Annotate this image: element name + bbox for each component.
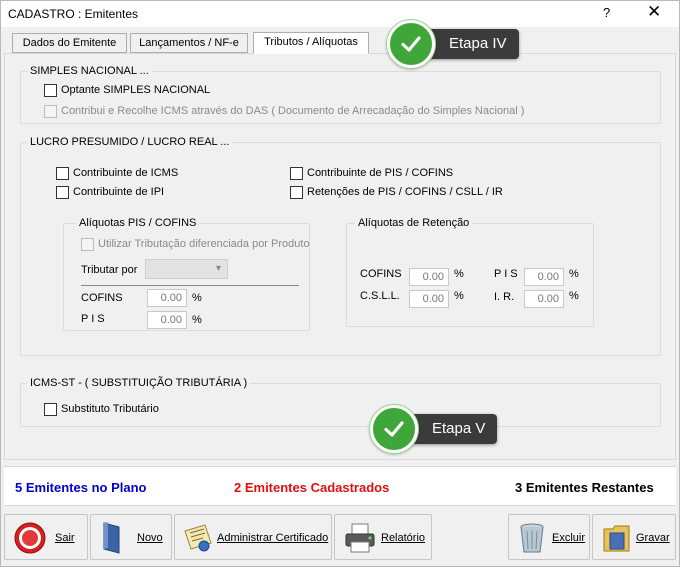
ret-ir-input[interactable]: 0.00	[524, 290, 564, 308]
tributar-por-select[interactable]: ▾	[145, 259, 228, 279]
certificate-icon	[181, 521, 215, 558]
close-button[interactable]: ✕	[647, 2, 661, 22]
tributar-por-label: Tributar por	[81, 264, 138, 276]
sair-label: Sair	[55, 532, 75, 544]
relatorio-button[interactable]: Relatório	[334, 514, 432, 560]
save-folder-icon	[601, 521, 633, 558]
substituto-tributario-label: Substituto Tributário	[61, 403, 159, 415]
status-bar: 5 Emitentes no Plano 2 Emitentes Cadastr…	[4, 466, 676, 506]
lucro-presumido-legend: LUCRO PRESUMIDO / LUCRO REAL ...	[27, 136, 233, 148]
ret-pis-label: P I S	[494, 268, 518, 280]
check-icon	[387, 20, 435, 68]
administrar-certificado-button[interactable]: Administrar Certificado	[174, 514, 332, 560]
ret-ir-percent: %	[569, 290, 579, 302]
optante-simples-checkbox[interactable]	[44, 84, 57, 97]
ret-pis-input[interactable]: 0.00	[524, 268, 564, 286]
ret-csll-percent: %	[454, 290, 464, 302]
tab-lancamentos-nfe[interactable]: Lançamentos / NF-e	[130, 33, 248, 53]
chevron-down-icon: ▾	[215, 263, 221, 274]
sair-button[interactable]: Sair	[4, 514, 88, 560]
cofins-label: COFINS	[81, 292, 123, 304]
retencoes-checkbox[interactable]	[290, 186, 303, 199]
contribuinte-pis-cofins-label: Contribuinte de PIS / COFINS	[307, 167, 454, 179]
ret-pis-percent: %	[569, 268, 579, 280]
tab-tributos-aliquotas[interactable]: Tributos / Alíquotas	[253, 32, 369, 54]
help-button[interactable]: ?	[603, 5, 610, 20]
tributacao-diferenciada-checkbox[interactable]	[81, 238, 94, 251]
printer-icon	[343, 521, 377, 558]
contribuinte-pis-cofins-checkbox[interactable]	[290, 167, 303, 180]
retencoes-label: Retenções de PIS / COFINS / CSLL / IR	[307, 186, 503, 198]
excluir-button[interactable]: Excluir	[508, 514, 590, 560]
window-title: CADASTRO : Emitentes	[8, 7, 139, 21]
gravar-label: Gravar	[636, 532, 670, 544]
contribuinte-ipi-checkbox[interactable]	[56, 186, 69, 199]
gravar-button[interactable]: Gravar	[592, 514, 676, 560]
relatorio-label: Relatório	[381, 532, 426, 544]
power-icon	[13, 521, 47, 558]
pis-label: P I S	[81, 313, 105, 325]
aliquotas-retencao-legend: Alíquotas de Retenção	[355, 217, 473, 229]
ret-csll-input[interactable]: 0.00	[409, 290, 449, 308]
simples-nacional-legend: SIMPLES NACIONAL ...	[27, 65, 152, 77]
ret-ir-label: I. R.	[494, 291, 515, 303]
emitentes-plano: 5 Emitentes no Plano	[15, 480, 147, 495]
new-document-icon	[99, 521, 129, 558]
tab-dados-do-emitente[interactable]: Dados do Emitente	[12, 33, 127, 53]
recolhe-icms-das-label: Contribui e Recolhe ICMS através do DAS …	[61, 105, 525, 117]
contribuinte-icms-checkbox[interactable]	[56, 167, 69, 180]
recolhe-icms-das-checkbox[interactable]	[44, 105, 57, 118]
check-icon	[370, 405, 418, 453]
separator	[81, 285, 299, 286]
administrar-certificado-label: Administrar Certificado	[217, 532, 329, 544]
pis-percent: %	[192, 314, 202, 326]
excluir-label: Excluir	[552, 532, 586, 544]
emitentes-cadastrados: 2 Emitentes Cadastrados	[234, 480, 390, 495]
novo-button[interactable]: Novo	[90, 514, 172, 560]
ret-cofins-label: COFINS	[360, 268, 402, 280]
novo-label: Novo	[137, 532, 163, 544]
tributacao-diferenciada-label: Utilizar Tributação diferenciada por Pro…	[98, 238, 310, 250]
icms-st-legend: ICMS-ST - ( SUBSTITUIÇÃO TRIBUTÁRIA )	[27, 377, 251, 389]
contribuinte-ipi-label: Contribuinte de IPI	[73, 186, 165, 198]
pis-input[interactable]: 0.00	[147, 311, 187, 329]
ret-cofins-input[interactable]: 0.00	[409, 268, 449, 286]
etapa-v-badge: Etapa V	[370, 405, 498, 453]
aliquotas-pis-cofins-legend: Alíquotas PIS / COFINS	[76, 217, 200, 229]
emitentes-window: CADASTRO : Emitentes ? ✕ Dados do Emiten…	[0, 0, 680, 567]
ret-csll-label: C.S.L.L.	[360, 290, 400, 302]
title-bar: CADASTRO : Emitentes ? ✕	[1, 1, 679, 27]
cofins-percent: %	[192, 292, 202, 304]
substituto-tributario-checkbox[interactable]	[44, 403, 57, 416]
ret-cofins-percent: %	[454, 268, 464, 280]
etapa-iv-label: Etapa IV	[449, 35, 507, 52]
emitentes-restantes: 3 Emitentes Restantes	[515, 480, 654, 495]
contribuinte-icms-label: Contribuinte de ICMS	[73, 167, 179, 179]
cofins-input[interactable]: 0.00	[147, 289, 187, 307]
etapa-iv-badge: Etapa IV	[387, 20, 519, 68]
trash-icon	[517, 521, 547, 558]
etapa-v-label: Etapa V	[432, 420, 486, 437]
optante-simples-label: Optante SIMPLES NACIONAL	[61, 84, 211, 96]
